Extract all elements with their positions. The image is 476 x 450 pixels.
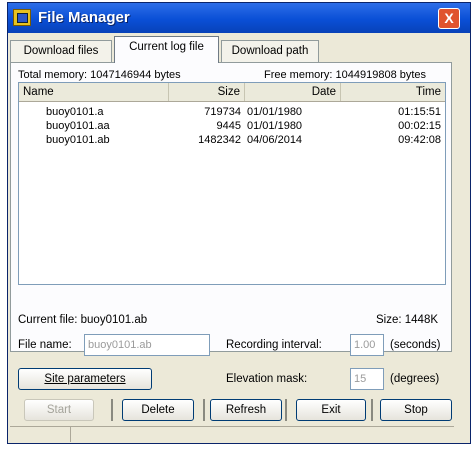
current-size-label: Size: 1448K <box>376 314 439 326</box>
site-parameters-button[interactable]: Site parameters <box>18 368 152 390</box>
file-manager-icon <box>13 9 31 26</box>
start-button[interactable]: Start <box>24 399 94 421</box>
button-divider <box>111 399 113 421</box>
table-row[interactable]: buoy0101.ab 1482342 04/06/2014 09:42:08 <box>19 133 445 147</box>
total-memory: Total memory: 1047146944 bytes <box>18 69 181 81</box>
status-divider <box>70 427 71 442</box>
elevation-mask-unit: (degrees) <box>390 373 440 385</box>
status-bar <box>10 426 454 442</box>
column-size[interactable]: Size <box>169 83 245 101</box>
recording-interval-label: Recording interval: <box>226 339 322 351</box>
refresh-button[interactable]: Refresh <box>210 399 282 421</box>
file-date-cell: 01/01/1980 <box>247 106 303 118</box>
column-date[interactable]: Date <box>245 83 341 101</box>
site-parameters-label: Site parameters <box>44 373 126 385</box>
file-date-cell: 04/06/2014 <box>247 134 303 146</box>
exit-button[interactable]: Exit <box>296 399 366 421</box>
file-size-cell: 9445 <box>216 120 241 132</box>
stop-button[interactable]: Stop <box>380 399 452 421</box>
recording-interval-field[interactable]: 1.00 <box>350 334 384 356</box>
button-divider <box>371 399 373 421</box>
file-time-cell: 00:02:15 <box>398 120 441 132</box>
button-divider <box>203 399 205 421</box>
tab-download-files[interactable]: Download files <box>10 40 112 62</box>
elevation-mask-label: Elevation mask: <box>226 373 308 385</box>
delete-button[interactable]: Delete <box>122 399 194 421</box>
free-memory: Free memory: 1044919808 bytes <box>264 69 427 81</box>
file-name-label: File name: <box>18 339 72 351</box>
log-file-list[interactable]: Name Size Date Time buoy0101.a 719734 01… <box>18 82 446 285</box>
file-name-cell: buoy0101.aa <box>46 120 110 132</box>
tab-download-path[interactable]: Download path <box>221 40 319 62</box>
table-row[interactable]: buoy0101.a 719734 01/01/1980 01:15:51 <box>19 105 445 119</box>
file-time-cell: 01:15:51 <box>398 106 441 118</box>
column-time[interactable]: Time <box>341 83 445 101</box>
close-button[interactable]: X <box>438 8 460 29</box>
recording-interval-unit: (seconds) <box>390 339 441 351</box>
button-divider <box>285 399 287 421</box>
file-name-cell: buoy0101.ab <box>46 134 110 146</box>
column-name[interactable]: Name <box>19 83 169 101</box>
file-name-field[interactable]: buoy0101.ab <box>84 334 210 356</box>
current-file-label: Current file: buoy0101.ab <box>18 314 148 326</box>
tab-current-log-file[interactable]: Current log file <box>114 36 219 63</box>
title-bar[interactable]: File Manager X <box>8 3 470 33</box>
file-date-cell: 01/01/1980 <box>247 120 303 132</box>
elevation-mask-field[interactable]: 15 <box>350 368 384 390</box>
table-row[interactable]: buoy0101.aa 9445 01/01/1980 00:02:15 <box>19 119 445 133</box>
window-title: File Manager <box>38 9 130 26</box>
file-size-cell: 719734 <box>204 106 241 118</box>
file-time-cell: 09:42:08 <box>398 134 441 146</box>
file-size-cell: 1482342 <box>198 134 241 146</box>
list-header: Name Size Date Time <box>19 83 445 102</box>
file-name-cell: buoy0101.a <box>46 106 104 118</box>
